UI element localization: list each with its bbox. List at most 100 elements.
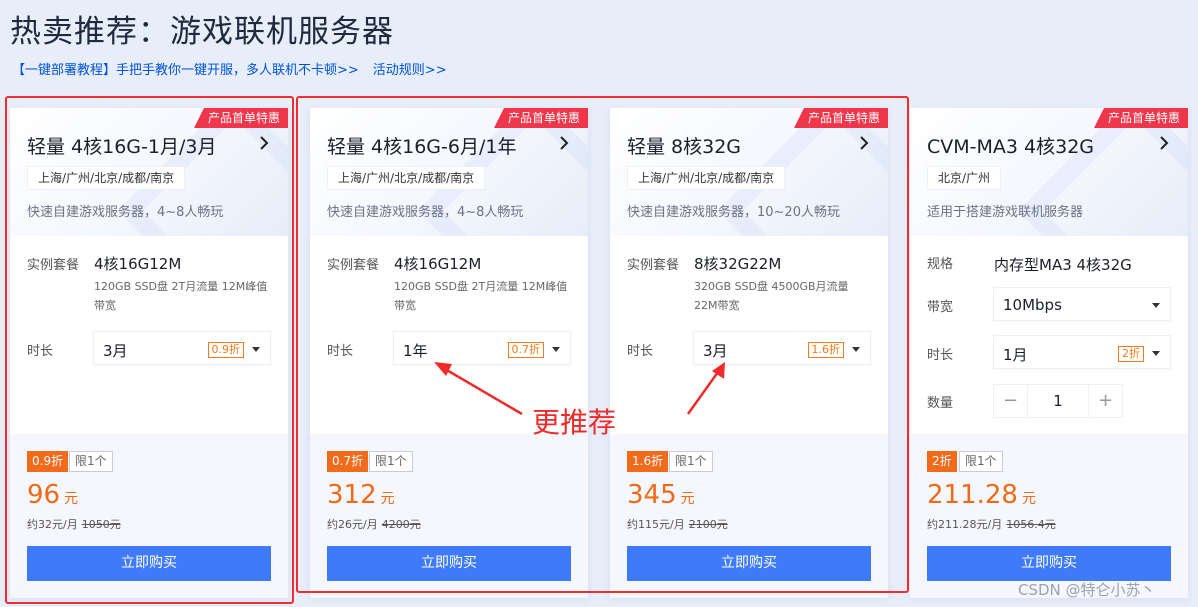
spec-value: 8核32G22M xyxy=(694,255,782,273)
price-detail: 约115元/月 2100元 xyxy=(627,516,728,532)
bandwidth-label: 带宽 xyxy=(927,300,954,315)
product-card-1: 产品首单特惠 轻量 4核16G-1月/3月 上海/广州/北京/成都/南京 快速自… xyxy=(10,108,288,598)
original-price: 4200元 xyxy=(381,518,421,531)
duration-select[interactable]: 1年 0.7折 xyxy=(393,331,571,365)
duration-discount-tag: 0.7折 xyxy=(507,342,544,358)
special-offer-badge: 产品首单特惠 xyxy=(193,108,288,128)
price-detail: 约26元/月 4200元 xyxy=(327,516,421,532)
price-amount: 211.28 xyxy=(927,480,1018,510)
promo-links: 【一键部署教程】手把手教你一键开服，多人联机不卡顿>> 活动规则>> xyxy=(12,59,447,78)
minus-icon[interactable]: − xyxy=(994,385,1028,417)
monthly-price: 约115元/月 xyxy=(627,518,685,531)
spec-value: 内存型MA3 4核32G xyxy=(994,256,1132,274)
price-amount: 312 xyxy=(327,480,377,510)
buy-now-button[interactable]: 立即购买 xyxy=(27,546,271,581)
price-detail: 约211.28元/月 1056.4元 xyxy=(927,516,1056,532)
spec-detail: 320GB SSD盘 4500GB月流量 22M带宽 xyxy=(694,280,849,312)
limit-badge: 限1个 xyxy=(959,451,1003,472)
duration-value: 3月 xyxy=(703,342,728,360)
duration-value: 3月 xyxy=(103,342,128,360)
discount-badge: 1.6折 xyxy=(627,451,669,472)
duration-label: 时长 xyxy=(327,344,354,359)
region-tag: 上海/广州/北京/成都/南京 xyxy=(627,166,786,190)
discount-badge: 0.7折 xyxy=(327,451,369,472)
plus-icon[interactable]: + xyxy=(1088,385,1122,417)
price: 96 元 xyxy=(27,480,78,510)
duration-select[interactable]: 1月 2折 xyxy=(993,335,1171,369)
region-tag: 上海/广州/北京/成都/南京 xyxy=(27,166,186,190)
price-unit: 元 xyxy=(380,491,395,507)
price: 312 元 xyxy=(327,480,395,510)
monthly-price: 约32元/月 xyxy=(27,518,78,531)
special-offer-badge: 产品首单特惠 xyxy=(493,108,588,128)
caret-down-icon xyxy=(252,347,260,352)
chevron-right-icon[interactable] xyxy=(256,135,272,151)
special-offer-badge: 产品首单特惠 xyxy=(1093,108,1188,128)
duration-discount-tag: 2折 xyxy=(1118,346,1144,362)
page-title: 热卖推荐：游戏联机服务器 xyxy=(10,14,394,50)
quantity-value[interactable]: 1 xyxy=(1028,385,1088,417)
card-description: 适用于搭建游戏联机服务器 xyxy=(927,205,1084,220)
quantity-label: 数量 xyxy=(927,396,954,411)
price-unit: 元 xyxy=(680,491,695,507)
monthly-price: 约211.28元/月 xyxy=(927,518,1003,531)
spec-label: 实例套餐 xyxy=(27,258,80,273)
buy-now-button[interactable]: 立即购买 xyxy=(627,546,871,581)
card-title: 轻量 4核16G-6月/1年 xyxy=(327,136,517,158)
watermark: CSDN @特仑小苏丶 xyxy=(1018,581,1156,599)
chevron-right-icon[interactable] xyxy=(556,135,572,151)
product-card-4: 产品首单特惠 CVM-MA3 4核32G 北京/广州 适用于搭建游戏联机服务器 … xyxy=(910,108,1188,598)
duration-discount-tag: 0.9折 xyxy=(207,342,244,358)
duration-select[interactable]: 3月 0.9折 xyxy=(93,331,271,365)
price: 345 元 xyxy=(627,480,695,510)
product-card-3: 产品首单特惠 轻量 8核32G 上海/广州/北京/成都/南京 快速自建游戏服务器… xyxy=(610,108,888,598)
duration-label: 时长 xyxy=(27,344,54,359)
duration-discount-tag: 1.6折 xyxy=(807,342,844,358)
spec-detail: 120GB SSD盘 2T月流量 12M峰值带宽 xyxy=(394,280,568,312)
quantity-stepper: − 1 + xyxy=(993,384,1123,418)
price-amount: 96 xyxy=(27,480,61,510)
duration-value: 1月 xyxy=(1003,346,1028,364)
card-title: 轻量 8核32G xyxy=(627,136,742,158)
monthly-price: 约26元/月 xyxy=(327,518,378,531)
card-description: 快速自建游戏服务器，4~8人畅玩 xyxy=(27,205,224,220)
spec-detail: 120GB SSD盘 2T月流量 12M峰值带宽 xyxy=(94,280,268,312)
price-amount: 345 xyxy=(627,480,677,510)
chevron-right-icon[interactable] xyxy=(856,135,872,151)
discount-badge: 2折 xyxy=(927,451,957,472)
buy-now-button[interactable]: 立即购买 xyxy=(927,546,1171,581)
region-tag: 上海/广州/北京/成都/南京 xyxy=(327,166,486,190)
bandwidth-select[interactable]: 10Mbps xyxy=(993,287,1171,321)
price-unit: 元 xyxy=(64,491,79,507)
spec-value: 4核16G12M xyxy=(94,255,182,273)
caret-down-icon xyxy=(1152,351,1160,356)
card-description: 快速自建游戏服务器，4~8人畅玩 xyxy=(327,205,524,220)
spec-label: 实例套餐 xyxy=(327,258,380,273)
price-unit: 元 xyxy=(1021,491,1036,507)
price-detail: 约32元/月 1050元 xyxy=(27,516,121,532)
duration-value: 1年 xyxy=(403,342,428,360)
caret-down-icon xyxy=(852,347,860,352)
caret-down-icon xyxy=(552,347,560,352)
bandwidth-value: 10Mbps xyxy=(1003,296,1062,314)
price: 211.28 元 xyxy=(927,480,1036,510)
region-tag: 北京/广州 xyxy=(927,166,1002,190)
card-title: CVM-MA3 4核32G xyxy=(927,136,1095,158)
product-card-2: 产品首单特惠 轻量 4核16G-6月/1年 上海/广州/北京/成都/南京 快速自… xyxy=(310,108,588,598)
original-price: 1056.4元 xyxy=(1006,518,1056,531)
buy-now-button[interactable]: 立即购买 xyxy=(327,546,571,581)
spec-label: 规格 xyxy=(927,257,954,272)
duration-select[interactable]: 3月 1.6折 xyxy=(693,331,871,365)
tutorial-link[interactable]: 【一键部署教程】手把手教你一键开服，多人联机不卡顿>> xyxy=(12,63,359,78)
limit-badge: 限1个 xyxy=(369,451,413,472)
annotation-label: 更推荐 xyxy=(532,406,617,439)
spec-value: 4核16G12M xyxy=(394,255,482,273)
duration-label: 时长 xyxy=(627,344,654,359)
chevron-right-icon[interactable] xyxy=(1156,135,1172,151)
card-title: 轻量 4核16G-1月/3月 xyxy=(27,136,217,158)
activity-rules-link[interactable]: 活动规则>> xyxy=(373,63,447,78)
discount-badge: 0.9折 xyxy=(27,451,69,472)
original-price: 1050元 xyxy=(81,518,121,531)
limit-badge: 限1个 xyxy=(669,451,713,472)
duration-label: 时长 xyxy=(927,348,954,363)
